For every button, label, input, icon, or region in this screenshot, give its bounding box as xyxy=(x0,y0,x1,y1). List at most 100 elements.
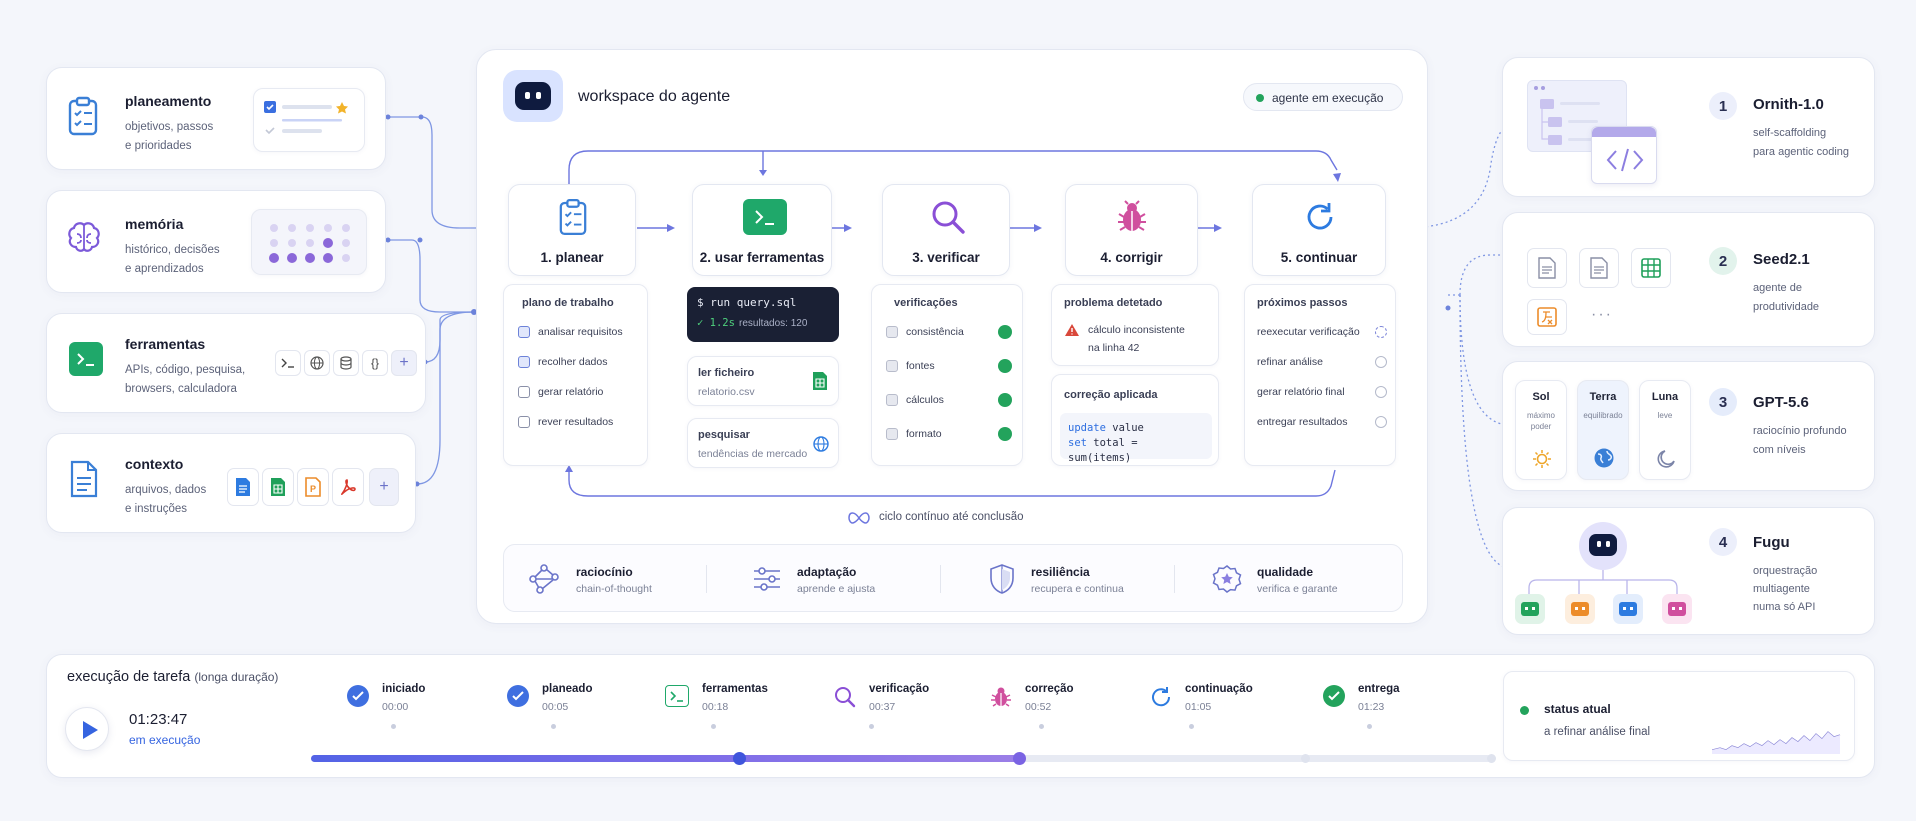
card-contexto[interactable]: contexto arquivos, dados e instruções P … xyxy=(46,433,416,533)
activity-sparkline xyxy=(1712,731,1841,754)
sheet-file-icon xyxy=(1631,248,1671,288)
step-label: 1. planear xyxy=(540,250,604,265)
model-name: Fugu xyxy=(1753,534,1790,551)
rank-badge: 4 xyxy=(1709,528,1737,556)
rank-badge: 3 xyxy=(1709,388,1737,416)
globe-icon xyxy=(812,435,830,453)
divider xyxy=(940,565,941,593)
status-dot xyxy=(1520,706,1529,715)
sun-icon xyxy=(1532,449,1552,469)
level-sol[interactable]: Sol máximo poder xyxy=(1515,380,1567,480)
progress-marker[interactable] xyxy=(733,752,746,765)
problem-title: problema detetado xyxy=(1064,297,1163,309)
verify-title: verificações xyxy=(894,297,958,309)
card-title: ferramentas xyxy=(125,336,206,352)
memory-dots-illustration xyxy=(251,209,367,275)
model-desc: para agentic coding xyxy=(1753,146,1850,158)
loading-circle-icon xyxy=(1375,326,1387,338)
milestone-time: 00:37 xyxy=(869,701,896,713)
svg-text:P: P xyxy=(310,484,316,494)
card-title: contexto xyxy=(125,456,184,472)
tool-detail: relatorio.csv xyxy=(698,386,755,398)
fix-title: correção aplicada xyxy=(1064,389,1158,401)
plan-panel: plano de trabalho analisar requisitos re… xyxy=(503,284,648,466)
level-desc: leve xyxy=(1657,411,1673,420)
read-file-card[interactable]: ler ficheiro relatorio.csv xyxy=(687,356,839,406)
checkbox-checked[interactable] xyxy=(518,326,530,338)
card-ferramentas[interactable]: ferramentas APIs, código, pesquisa, brow… xyxy=(46,313,426,413)
card-title: memória xyxy=(125,216,184,232)
terminal-time: ✓ 1.2s xyxy=(697,317,735,329)
feature-title: qualidade xyxy=(1257,565,1314,579)
next-item: reexecutar verificação xyxy=(1257,326,1360,338)
plan-item: rever resultados xyxy=(538,416,614,428)
progress-handle[interactable] xyxy=(1013,752,1026,765)
doc-file-icon[interactable] xyxy=(227,468,259,506)
search-card[interactable]: pesquisar tendências de mercado xyxy=(687,418,839,468)
feature-desc: aprende e ajusta xyxy=(797,583,876,595)
model-desc: multiagente xyxy=(1753,583,1810,595)
checkbox-checked[interactable] xyxy=(518,356,530,368)
terminal-result: resultados: 120 xyxy=(739,318,808,329)
slides-file-icon[interactable]: P xyxy=(297,468,329,506)
pdf-file-icon[interactable] xyxy=(332,468,364,506)
database-icon[interactable] xyxy=(333,350,359,376)
task-timeline: execução de tarefa (longa duração) 01:23… xyxy=(46,654,1875,778)
formula-file-icon xyxy=(1527,299,1567,335)
sheet-file-icon[interactable] xyxy=(262,468,294,506)
step-usar-ferramentas[interactable]: 2. usar ferramentas xyxy=(692,184,832,276)
step-verificar[interactable]: 3. verificar xyxy=(882,184,1010,276)
play-button[interactable] xyxy=(65,707,109,751)
model-desc: com níveis xyxy=(1753,444,1806,456)
model-desc: produtividade xyxy=(1753,301,1820,313)
network-icon xyxy=(528,563,560,595)
model-card-ornith[interactable]: 1 Ornith-1.0 self-scaffolding para agent… xyxy=(1502,57,1875,197)
terminal-icon xyxy=(665,685,689,707)
checkbox-unchecked[interactable] xyxy=(518,416,530,428)
plan-item: analisar requisitos xyxy=(538,326,623,338)
feature-desc: recupera e continua xyxy=(1031,583,1124,595)
level-name: Terra xyxy=(1589,391,1617,403)
card-desc: e instruções xyxy=(125,503,188,515)
globe-icon[interactable] xyxy=(304,350,330,376)
model-card-gpt[interactable]: Sol máximo poder Terra equilibrado Luna … xyxy=(1502,361,1875,491)
level-desc: poder xyxy=(1530,422,1552,431)
add-file-icon[interactable]: + xyxy=(369,468,399,506)
milestone-time: 00:05 xyxy=(542,701,569,713)
step-label: 5. continuar xyxy=(1280,250,1358,265)
plan-item: gerar relatório xyxy=(538,386,604,398)
current-status-card: status atual a refinar análise final xyxy=(1503,671,1855,761)
pending-circle-icon xyxy=(1375,416,1387,428)
card-desc: arquivos, dados xyxy=(125,484,207,496)
check-circle-icon xyxy=(998,359,1012,373)
check-circle-icon xyxy=(998,393,1012,407)
level-desc: máximo xyxy=(1526,411,1555,420)
code-window-icon xyxy=(1591,126,1657,184)
plan-title: plano de trabalho xyxy=(522,297,614,309)
add-tool-icon[interactable]: + xyxy=(391,350,417,376)
multiagent-illustration xyxy=(1515,522,1692,624)
model-card-seed[interactable]: ··· 2 Seed2.1 agente de produtividade xyxy=(1502,212,1875,347)
doc-file-icon xyxy=(1579,248,1619,288)
problem-text: cálculo inconsistente xyxy=(1088,324,1185,336)
model-desc: agente de xyxy=(1753,282,1802,294)
step-planear[interactable]: 1. planear xyxy=(508,184,636,276)
step-label: 4. corrigir xyxy=(1100,250,1163,265)
divider xyxy=(706,565,707,593)
progress-track[interactable] xyxy=(311,752,1496,765)
checkbox-unchecked[interactable] xyxy=(518,386,530,398)
verify-panel: verificações consistência fontes cálculo… xyxy=(871,284,1023,466)
level-terra[interactable]: Terra equilibrado xyxy=(1577,380,1629,480)
card-planeamento[interactable]: planeamento objetivos, passos e priorida… xyxy=(46,67,386,170)
code-braces-icon[interactable]: {} xyxy=(362,350,388,376)
model-desc: orquestração xyxy=(1753,565,1818,577)
card-memoria[interactable]: memória histórico, decisões e aprendizad… xyxy=(46,190,386,293)
step-continuar[interactable]: 5. continuar xyxy=(1252,184,1386,276)
model-card-fugu[interactable]: 4 Fugu orquestração multiagente numa só … xyxy=(1502,507,1875,635)
timeline-title: execução de tarefa (longa duração) xyxy=(67,669,279,685)
step-corrigir[interactable]: 4. corrigir xyxy=(1065,184,1198,276)
milestone-label: entrega xyxy=(1358,683,1400,695)
next-steps-panel: próximos passos reexecutar verificação r… xyxy=(1244,284,1396,466)
terminal-prompt-icon[interactable] xyxy=(275,350,301,376)
level-luna[interactable]: Luna leve xyxy=(1639,380,1691,480)
